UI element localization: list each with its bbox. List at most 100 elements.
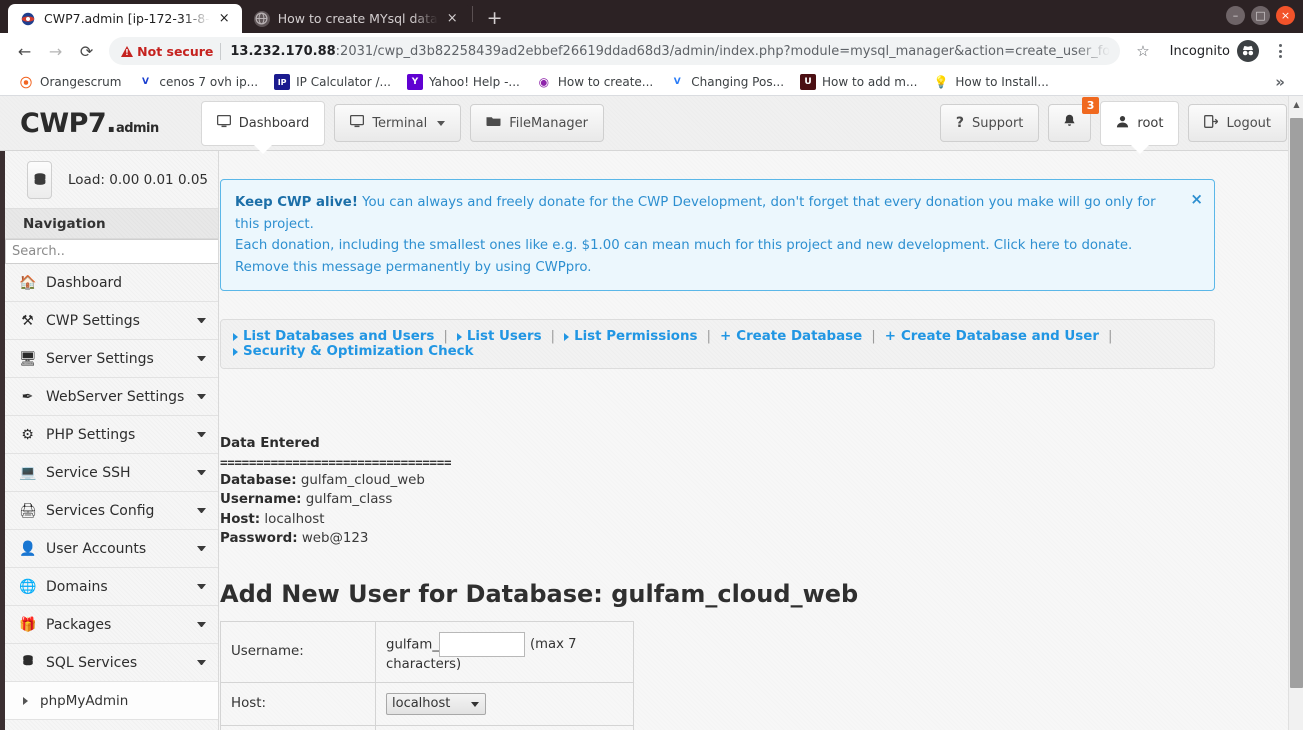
sidebar-item-label: User Accounts [46, 540, 147, 557]
incognito-indicator[interactable]: Incognito [1160, 40, 1265, 62]
chevron-down-icon [437, 120, 446, 126]
scroll-up-icon[interactable]: ▲ [1289, 96, 1303, 112]
link-list-databases-and-users[interactable]: List Databases and Users [233, 329, 434, 344]
sidebar-item-packages[interactable]: 🎁 Packages [5, 606, 218, 644]
row-field-new-password: (random generator) [375, 724, 634, 730]
sidebar-item-label: WebServer Settings [46, 388, 185, 405]
sidebar-item-webserver-settings[interactable]: ✒ WebServer Settings [5, 378, 218, 416]
bookmark-label: How to Install... [955, 75, 1049, 89]
not-secure-indicator[interactable]: Not secure [121, 44, 213, 59]
window-close-icon[interactable]: × [1276, 6, 1295, 25]
nav-terminal-button[interactable]: Terminal [334, 104, 462, 142]
close-icon[interactable]: × [444, 10, 461, 27]
page-viewport: ▲ CWP7.admin Dashboard Terminal FileMana… [0, 96, 1303, 730]
bookmark-how-to-create[interactable]: ◉ How to create... [528, 71, 661, 93]
username-input[interactable] [439, 631, 525, 657]
brand-sub: admin [115, 120, 159, 136]
bookmark-ip-calculator[interactable]: IP IP Calculator /... [266, 71, 399, 93]
sidebar-item-user-accounts[interactable]: 👤 User Accounts [5, 530, 218, 568]
notifications-button[interactable]: 3 [1048, 97, 1100, 142]
link-list-permissions[interactable]: List Permissions [564, 329, 698, 344]
scrollbar-thumb[interactable] [1290, 118, 1303, 688]
url-host: 13.232.170.88 [230, 43, 336, 59]
database-icon[interactable] [27, 160, 53, 199]
logout-button[interactable]: Logout [1188, 104, 1287, 142]
logout-label: Logout [1226, 115, 1271, 131]
bookmark-how-to-install[interactable]: 💡 How to Install... [925, 71, 1056, 93]
bookmark-star-icon[interactable]: ☆ [1128, 42, 1157, 60]
incognito-icon [1237, 40, 1259, 62]
link-list-users[interactable]: List Users [456, 329, 542, 345]
sidebar-item-service-ssh[interactable]: 💻 Service SSH [5, 454, 218, 492]
sidebar-subitem-phpmyadmin[interactable]: phpMyAdmin [5, 682, 218, 720]
reload-button[interactable]: ⟳ [72, 36, 101, 66]
page-scrollbar[interactable]: ▲ [1288, 96, 1303, 730]
bookmark-orangescrum[interactable]: ⦿ Orangescrum [10, 71, 129, 93]
chevron-down-icon [197, 356, 206, 361]
back-button[interactable]: ← [10, 36, 39, 66]
v-mark-icon: V [669, 74, 686, 90]
alert-close-icon[interactable]: × [1190, 187, 1203, 211]
link-create-database-and-user[interactable]: + Create Database and User [885, 329, 1099, 344]
triangle-right-icon [233, 332, 238, 341]
new-tab-button[interactable]: + [481, 4, 509, 32]
main-content: × Keep CWP alive! You can always and fre… [219, 151, 1303, 730]
link-label: List Users [466, 329, 542, 345]
sidebar-item-label: Domains [46, 578, 108, 595]
sidebar-item-label: CWP Settings [46, 312, 140, 329]
row-field-host: localhost [375, 681, 634, 726]
bookmark-changing-pos[interactable]: V Changing Pos... [661, 71, 792, 93]
navigation-title: Navigation [5, 209, 218, 239]
address-bar[interactable]: Not secure 13.232.170.88:2031/cwp_d3b822… [109, 37, 1121, 65]
user-menu-button[interactable]: root [1100, 100, 1180, 154]
plus-icon: + [720, 329, 732, 345]
bookmark-cenos-7-ovh-ip[interactable]: V cenos 7 ovh ip... [129, 71, 266, 93]
browser-menu-button[interactable] [1267, 44, 1293, 58]
table-row-new-password: Confirm New Password: (random generator) [220, 724, 634, 730]
gear-icon: ⚙ [21, 426, 34, 443]
triangle-right-icon [233, 347, 238, 356]
sidebar-item-server-settings[interactable]: 🖥 Server Settings [5, 340, 218, 378]
chevron-down-icon [197, 508, 206, 513]
support-button[interactable]: ? Support [939, 104, 1040, 142]
mysql-manager-linkbar: List Databases and Users | List Users | … [220, 319, 1215, 370]
monitor-icon [216, 114, 231, 132]
browser-tab-cwp-admin[interactable]: CWP7.admin [ip-172-31-8- × [8, 4, 242, 33]
sidebar-item-label: SQL Services [46, 654, 138, 671]
sidebar-subitem-label: phpMyAdmin [40, 692, 129, 709]
sidebar-item-label: Services Config [46, 502, 155, 519]
vulture-icon: V [137, 74, 154, 90]
maximize-icon[interactable]: □ [1251, 6, 1270, 25]
data-entered-row-username: Username: gulfam_class [220, 491, 1251, 510]
bookmark-how-to-add-m[interactable]: U How to add m... [792, 71, 925, 93]
sidebar-item-cwp-settings[interactable]: ⚒ CWP Settings [5, 302, 218, 340]
user-label: root [1137, 115, 1164, 131]
host-select[interactable]: localhost [386, 692, 486, 715]
chevron-down-icon [197, 470, 206, 475]
sidebar-item-php-settings[interactable]: ⚙ PHP Settings [5, 416, 218, 454]
sliders-icon: 🖨 [19, 502, 37, 519]
minimize-icon[interactable]: – [1226, 6, 1245, 25]
tab-strip: CWP7.admin [ip-172-31-8- × How to create… [0, 0, 1303, 33]
link-create-database[interactable]: + Create Database [720, 329, 862, 344]
tab-title: CWP7.admin [ip-172-31-8- [44, 11, 210, 26]
sidebar-search-input[interactable] [5, 239, 218, 264]
nav-dashboard-button[interactable]: Dashboard [200, 100, 326, 154]
link-security-optimization-check[interactable]: Security & Optimization Check [233, 344, 474, 359]
browser-tab-how-to-create-mysql[interactable]: How to create MYsql data × [241, 4, 470, 33]
close-icon[interactable]: × [216, 10, 233, 27]
bookmarks-overflow-button[interactable]: » [1267, 73, 1293, 91]
nav-filemanager-button[interactable]: FileManager [470, 104, 605, 142]
forward-button[interactable]: → [41, 36, 70, 66]
sidebar-item-dashboard[interactable]: 🏠 Dashboard [5, 264, 218, 302]
chevron-down-icon [197, 546, 206, 551]
sidebar-item-services-config[interactable]: 🖨 Services Config [5, 492, 218, 530]
question-icon: ? [955, 115, 965, 131]
sidebar-item-domains[interactable]: 🌐 Domains [5, 568, 218, 606]
bookmark-yahoo-help[interactable]: Y Yahoo! Help -... [399, 71, 528, 93]
spiral-icon: ◉ [535, 74, 552, 90]
lightbulb-icon: 💡 [933, 74, 950, 90]
link-label: Create Database and User [900, 329, 1099, 345]
brand-logo[interactable]: CWP7.admin [20, 108, 159, 139]
sidebar-item-sql-services[interactable]: SQL Services [5, 644, 218, 682]
